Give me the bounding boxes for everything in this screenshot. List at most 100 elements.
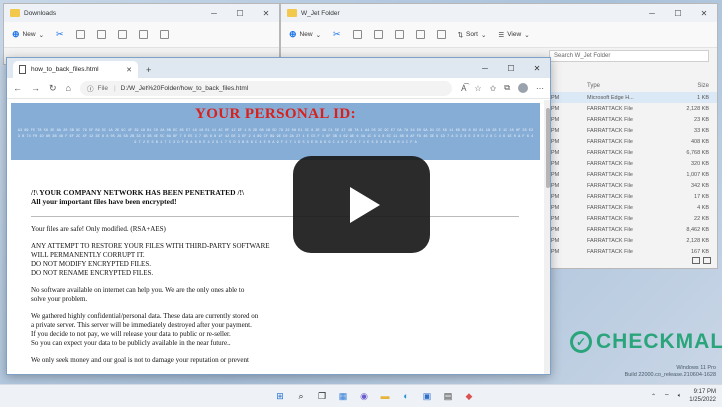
minimize-button[interactable]: ─ (201, 4, 227, 22)
address-separator: | (113, 84, 116, 92)
rename-icon[interactable] (394, 30, 404, 39)
file-size: 167 KB (690, 248, 709, 255)
edge-icon[interactable]: ◐ (399, 389, 413, 403)
file-row[interactable]: PM FARRATTACK File 22 KB (551, 213, 717, 224)
search-input[interactable]: Search W_Jet Folder (549, 50, 709, 62)
copy-icon[interactable] (75, 30, 85, 39)
cut-icon[interactable]: ✂ (333, 29, 341, 40)
new-tab-button[interactable]: + (146, 65, 151, 75)
favorites-star-icon[interactable]: ☆ (474, 84, 481, 93)
file-row[interactable]: PM FARRATTACK File 1,007 KB (551, 169, 717, 180)
share-icon[interactable] (415, 30, 425, 39)
address-bar[interactable]: ⓘ File | D:/W_Jet%20Folder/how_to_back_f… (79, 80, 453, 96)
minimize-button[interactable]: ─ (639, 4, 665, 22)
forward-icon[interactable]: → (31, 83, 40, 93)
store-icon[interactable]: ▣ (420, 389, 434, 403)
terminal-icon[interactable]: ▤ (441, 389, 455, 403)
chevron-up-icon[interactable]: ⌃ (651, 393, 656, 400)
favorites-icon[interactable]: ✩ (490, 84, 497, 93)
paste-icon[interactable] (373, 30, 383, 39)
folder-icon (10, 9, 20, 17)
maximize-button[interactable]: ☐ (498, 58, 524, 78)
browser-window[interactable]: how_to_back_files.html ✕ + ─ ☐ ✕ ← → ↻ ⌂… (6, 57, 551, 375)
delete-icon[interactable] (436, 30, 446, 39)
delete-icon[interactable] (159, 30, 169, 39)
browser-tab[interactable]: how_to_back_files.html ✕ (13, 61, 138, 78)
browser-navbar: ← → ↻ ⌂ ⓘ File | D:/W_Jet%20Folder/how_t… (7, 78, 550, 99)
file-row[interactable]: PM FARRATTACK File 33 KB (551, 125, 717, 136)
file-row[interactable]: PM FARRATTACK File 2,128 KB (551, 235, 717, 246)
share-icon[interactable] (138, 30, 148, 39)
video-play-button[interactable] (293, 156, 430, 253)
copy-icon[interactable] (352, 30, 362, 39)
personal-id-hex: A3 89 F5 78 56 2E 8A 20 3B 9C 79 5F B9 D… (17, 129, 534, 145)
vertical-scrollbar[interactable] (544, 100, 550, 374)
minimize-button[interactable]: ─ (472, 58, 498, 78)
window-title: W_Jet Folder (301, 9, 340, 17)
new-button[interactable]: ⊕ New ⌄ (12, 29, 44, 40)
back-icon[interactable]: ← (13, 83, 22, 93)
details-view-icon[interactable] (692, 257, 700, 264)
file-size: 1,007 KB (686, 171, 709, 178)
file-row[interactable]: PM FARRATTACK File 167 KB (551, 246, 717, 257)
clock[interactable]: 9:17 PM 1/25/2022 (689, 388, 716, 404)
file-row[interactable]: PM Microsoft Edge H... 1 KB (551, 92, 717, 103)
url-text[interactable]: D:/W_Jet%20Folder/how_to_back_files.html (121, 85, 249, 92)
maximize-button[interactable]: ☐ (227, 4, 253, 22)
file-list-header: Type Size (551, 80, 717, 92)
explorer-titlebar[interactable]: Downloads ─ ☐ ✕ (4, 4, 279, 22)
note-line: We only seek money and our goal is not t… (31, 356, 249, 364)
chat-icon[interactable]: ◉ (357, 389, 371, 403)
file-size: 33 KB (694, 127, 709, 134)
more-menu-icon[interactable]: ⋯ (536, 84, 544, 93)
close-button[interactable]: ✕ (253, 4, 279, 22)
close-button[interactable]: ✕ (524, 58, 550, 78)
new-button[interactable]: ⊕ New ⌄ (289, 29, 321, 40)
read-aloud-icon[interactable]: A͡ (461, 84, 466, 93)
app-icon[interactable]: ◆ (462, 389, 476, 403)
widgets-icon[interactable]: ▦ (336, 389, 350, 403)
search-icon[interactable]: ⌕ (294, 389, 308, 403)
file-type: FARRATTACK File (587, 248, 633, 255)
file-rows: PM Microsoft Edge H... 1 KB PM FARRATTACK Fi… (551, 92, 717, 257)
sort-button[interactable]: ⇅ Sort ⌄ (458, 31, 487, 39)
file-row[interactable]: PM FARRATTACK File 408 KB (551, 136, 717, 147)
column-size[interactable]: Size (669, 83, 709, 89)
close-tab-icon[interactable]: ✕ (126, 66, 132, 74)
view-button[interactable]: ☰ View ⌄ (498, 31, 529, 39)
cut-icon[interactable]: ✂ (56, 29, 64, 40)
explorer-titlebar[interactable]: W_Jet Folder ─ ☐ ✕ (281, 4, 717, 22)
volume-icon[interactable]: 🔈︎ (678, 393, 682, 400)
start-icon[interactable]: ⊞ (273, 389, 287, 403)
task-view-icon[interactable]: ❐ (315, 389, 329, 403)
file-row[interactable]: PM FARRATTACK File 342 KB (551, 180, 717, 191)
note-heading-1: /!\ YOUR COMPANY NETWORK HAS BEEN PENETR… (31, 188, 245, 197)
home-icon[interactable]: ⌂ (66, 83, 71, 93)
profile-avatar[interactable] (518, 83, 528, 93)
explorer-window-downloads[interactable]: Downloads ─ ☐ ✕ ⊕ New ⌄ ✂ (3, 3, 280, 65)
file-row[interactable]: PM FARRATTACK File 2,128 KB (551, 103, 717, 114)
file-date: PM (551, 138, 560, 145)
tiles-view-icon[interactable] (703, 257, 711, 264)
file-explorer-icon[interactable]: ▬ (378, 389, 392, 403)
close-button[interactable]: ✕ (691, 4, 717, 22)
paste-icon[interactable] (96, 30, 106, 39)
rename-icon[interactable] (117, 30, 127, 39)
collections-icon[interactable]: ⧉ (504, 83, 510, 93)
file-row[interactable]: PM FARRATTACK File 8,462 KB (551, 224, 717, 235)
file-row[interactable]: PM FARRATTACK File 320 KB (551, 158, 717, 169)
file-type: FARRATTACK File (587, 171, 633, 178)
scrollbar-thumb[interactable] (546, 108, 550, 188)
file-date: PM (551, 127, 560, 134)
info-icon[interactable]: ⓘ (87, 83, 94, 93)
file-row[interactable]: PM FARRATTACK File 23 KB (551, 114, 717, 125)
tab-title: how_to_back_files.html (31, 66, 99, 73)
network-icon[interactable]: ⌔ (664, 392, 670, 400)
refresh-icon[interactable]: ↻ (49, 83, 57, 94)
file-row[interactable]: PM FARRATTACK File 17 KB (551, 191, 717, 202)
file-row[interactable]: PM FARRATTACK File 4 KB (551, 202, 717, 213)
file-row[interactable]: PM FARRATTACK File 6,768 KB (551, 147, 717, 158)
column-type[interactable]: Type (587, 83, 669, 89)
os-build: Build 22000.co_release.210604-1628 (624, 372, 716, 378)
maximize-button[interactable]: ☐ (665, 4, 691, 22)
